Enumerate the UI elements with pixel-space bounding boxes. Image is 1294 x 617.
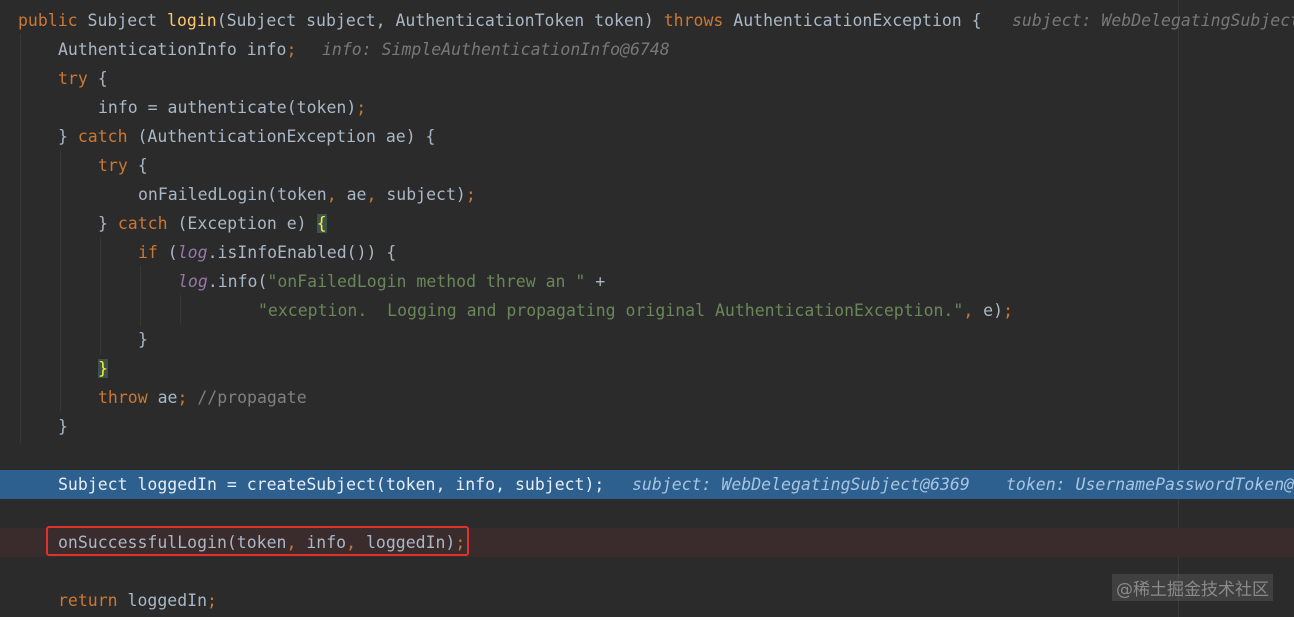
semicolon: ; — [177, 388, 188, 407]
static-field: log — [177, 243, 208, 262]
code-text: loggedIn — [117, 591, 208, 610]
code-text: + — [585, 272, 606, 291]
method-name: login — [167, 11, 217, 30]
code-editor[interactable]: public Subject login(Subject subject, Au… — [0, 0, 1294, 617]
keyword: catch — [117, 214, 168, 233]
code-text: Subject — [77, 11, 168, 30]
debug-inline-hint: subject: WebDelegatingSubject — [1012, 11, 1294, 30]
code-line[interactable]: onFailedLogin(token, ae, subject); — [0, 180, 1294, 209]
code-text: { — [127, 156, 148, 175]
keyword: throws — [663, 11, 724, 30]
keyword: if — [138, 243, 158, 262]
keyword: try — [58, 69, 88, 88]
keyword: catch — [77, 127, 128, 146]
matched-brace: } — [98, 359, 108, 378]
comment: //propagate — [187, 388, 307, 407]
current-execution-line[interactable]: Subject loggedIn = createSubject(token, … — [0, 470, 1294, 499]
code-text: Subject loggedIn = createSubject(token, … — [58, 475, 605, 494]
code-line[interactable]: public Subject login(Subject subject, Au… — [0, 6, 1294, 35]
semicolon: ; — [207, 591, 217, 610]
semicolon: ; — [286, 40, 297, 59]
debug-inline-hint: token: UsernamePasswordToken@ — [1006, 475, 1294, 494]
semicolon: ; — [356, 98, 367, 117]
code-line[interactable]: try { — [0, 151, 1294, 180]
code-text: (AuthenticationException ae) { — [127, 127, 436, 146]
code-text: (Exception e) — [167, 214, 317, 233]
code-text: } — [58, 127, 78, 146]
comma: , — [366, 185, 377, 204]
code-line[interactable]: try { — [0, 64, 1294, 93]
code-line[interactable]: return loggedIn; — [0, 586, 1294, 615]
code-text: ( — [157, 243, 178, 262]
code-line[interactable]: } — [0, 354, 1294, 383]
keyword: public — [18, 11, 78, 30]
comma: , — [963, 301, 974, 320]
code-text: info = authenticate(token) — [98, 98, 357, 117]
matched-brace: { — [316, 214, 327, 233]
code-line[interactable]: } — [0, 325, 1294, 354]
semicolon: ; — [1003, 301, 1013, 320]
code-line[interactable]: } catch (Exception e) { — [0, 209, 1294, 238]
code-text: { — [87, 69, 108, 88]
watermark: @稀土掘金技术社区 — [1112, 574, 1273, 601]
code-text: .info( — [207, 272, 268, 291]
highlight-box — [46, 526, 469, 556]
code-text: ae — [336, 185, 367, 204]
code-text: ae — [147, 388, 178, 407]
keyword: return — [58, 591, 118, 610]
code-line[interactable]: } — [0, 412, 1294, 441]
code-line[interactable]: log.info("onFailedLogin method threw an … — [0, 267, 1294, 296]
code-line[interactable]: "exception. Logging and propagating orig… — [0, 296, 1294, 325]
keyword: throw — [98, 388, 148, 407]
code-text: onFailedLogin(token — [138, 185, 327, 204]
debug-inline-hint: info: SimpleAuthenticationInfo@6748 — [322, 40, 670, 59]
code-line[interactable]: throw ae; //propagate — [0, 383, 1294, 412]
keyword: try — [98, 156, 128, 175]
code-text: AuthenticationInfo info — [58, 40, 287, 59]
code-line[interactable]: info = authenticate(token); — [0, 93, 1294, 122]
code-line[interactable]: if (log.isInfoEnabled()) { — [0, 238, 1294, 267]
code-line[interactable]: AuthenticationInfo info; info: SimpleAut… — [0, 35, 1294, 64]
code-text: AuthenticationException { — [723, 11, 982, 30]
string-literal: "onFailedLogin method threw an " — [267, 272, 586, 291]
code-text: (Subject subject, AuthenticationToken to… — [216, 11, 664, 30]
static-field: log — [178, 272, 208, 291]
comma: , — [326, 185, 337, 204]
debug-inline-hint: subject: WebDelegatingSubject@6369 — [632, 475, 970, 494]
code-text: } — [138, 330, 148, 349]
code-text: } — [98, 214, 118, 233]
code-text: .isInfoEnabled()) { — [207, 243, 397, 262]
semicolon: ; — [465, 185, 476, 204]
string-literal: "exception. Logging and propagating orig… — [258, 301, 964, 320]
code-text: e) — [973, 301, 1004, 320]
code-text: } — [58, 417, 68, 436]
code-text: subject) — [376, 185, 466, 204]
code-line[interactable]: } catch (AuthenticationException ae) { — [0, 122, 1294, 151]
